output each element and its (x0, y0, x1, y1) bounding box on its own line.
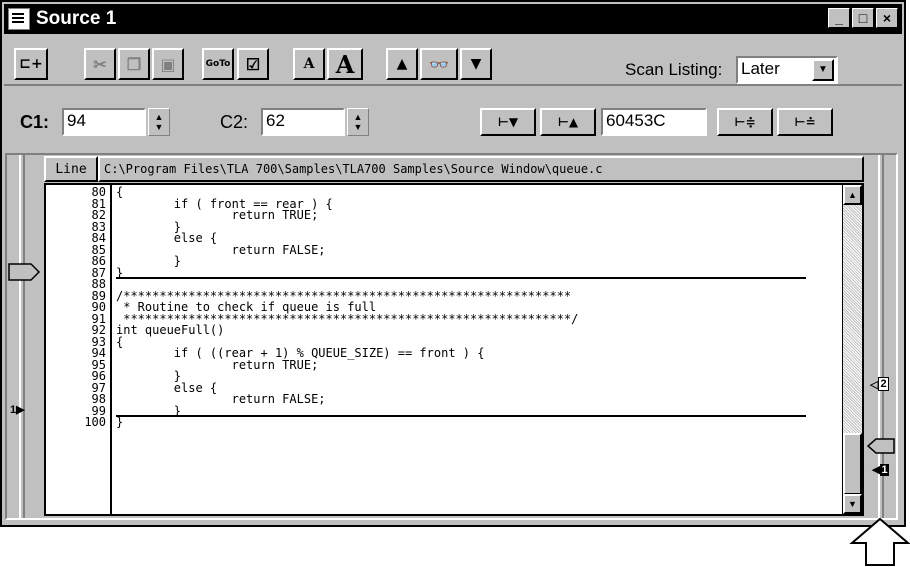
spin-up-icon[interactable]: ▲ (155, 112, 164, 122)
file-path: C:\Program Files\TLA 700\Samples\TLA700 … (98, 156, 864, 182)
c1-spinner[interactable]: ▲ ▼ (148, 108, 170, 136)
next-cursor-up-button[interactable]: ⊢▲ (540, 108, 596, 136)
code-line[interactable]: } (116, 416, 123, 429)
new-marker-button[interactable]: ⊏+ (14, 48, 48, 80)
address-up-button[interactable]: ⊢≐ (777, 108, 833, 136)
font-smaller-button[interactable]: A (293, 48, 325, 80)
c1-field[interactable]: 94 (62, 108, 146, 136)
close-button[interactable]: × (876, 8, 898, 28)
cursor-line-1 (116, 415, 806, 417)
scissors-icon: ✂ (93, 54, 107, 74)
jump-address-down-icon: ⊢≑ (734, 115, 756, 129)
cursor-marker-icon[interactable] (7, 262, 41, 282)
toolbar: ⊏+ ✂ ❐ ▣ GoTo ☑ A A ▲ 👓 ▼ Scan Listing: … (4, 36, 902, 86)
cursor-bar: C1: 94 ▲ ▼ C2: 62 ▲ ▼ ⊢▼ ⊢▲ 60453C ⊢≑ ⊢≐ (4, 88, 902, 150)
cursor-2-marker[interactable]: ◁ 2 (870, 377, 889, 391)
scroll-up-button[interactable]: ▲ (843, 185, 862, 205)
paste-icon: ▣ (160, 54, 176, 74)
spin-down-icon[interactable]: ▼ (354, 122, 363, 132)
large-a-icon: A (335, 49, 355, 79)
jump-address-up-icon: ⊢≐ (794, 115, 816, 129)
font-larger-button[interactable]: A (327, 48, 363, 80)
binoculars-icon: 👓 (429, 54, 449, 74)
scan-listing-value: Later (741, 59, 780, 78)
scroll-up-icon: ▲ (848, 190, 857, 200)
search-up-button[interactable]: ▲ (386, 48, 418, 80)
jump-up-icon: ⊢▲ (557, 115, 579, 129)
spin-up-icon[interactable]: ▲ (354, 112, 363, 122)
code-area[interactable]: { if ( front == rear ) { return TRUE; } … (116, 185, 826, 514)
maximize-button[interactable]: □ (852, 8, 874, 28)
c1-label: C1: (20, 112, 50, 132)
next-cursor-down-button[interactable]: ⊢▼ (480, 108, 536, 136)
small-a-icon: A (303, 56, 315, 72)
properties-button[interactable]: ☑ (237, 48, 269, 80)
cursor-1-marker[interactable]: 1 ▶ (10, 403, 25, 417)
jump-down-icon: ⊢▼ (497, 115, 519, 129)
chevron-down-icon[interactable]: ▼ (812, 59, 834, 81)
paste-button[interactable]: ▣ (152, 48, 184, 80)
copy-icon: ❐ (126, 54, 142, 74)
vertical-scrollbar[interactable]: ▲ ▼ (842, 185, 862, 514)
window-icon[interactable] (8, 8, 30, 30)
minimize-button[interactable]: _ (828, 8, 850, 28)
spin-down-icon[interactable]: ▼ (155, 122, 164, 132)
code-line[interactable]: } (116, 255, 181, 268)
search-down-button[interactable]: ▼ (460, 48, 492, 80)
line-column-header[interactable]: Line (44, 156, 98, 182)
find-button[interactable]: 👓 (420, 48, 458, 80)
cursor-line-2 (116, 277, 806, 279)
scroll-down-button[interactable]: ▼ (843, 494, 862, 514)
triangle-right-icon: ▶ (16, 404, 25, 416)
cut-button[interactable]: ✂ (84, 48, 116, 80)
c2-spinner[interactable]: ▲ ▼ (347, 108, 369, 136)
pointer-arrow-icon (849, 517, 910, 566)
cursor-1-overview-marker[interactable]: ◀ 1 (872, 463, 889, 476)
right-cursor-rail[interactable]: ◁ 2 ◀ 1 (866, 155, 896, 518)
scan-listing-select[interactable]: Later ▼ (736, 56, 838, 84)
c2-label: C2: (220, 112, 249, 132)
window-title: Source 1 (36, 8, 117, 29)
source-listing[interactable]: 80 81 82 83 84 85 86 87 88 89 90 91 92 93 94 95 96 97 98 99… (44, 183, 864, 516)
title-bar[interactable]: Source 1 _ □ × (4, 4, 902, 34)
copy-button[interactable]: ❐ (118, 48, 150, 80)
address-field[interactable]: 60453C (601, 108, 707, 136)
overview-marker-icon[interactable] (866, 437, 896, 455)
line-number: 100 (84, 415, 106, 429)
left-cursor-rail[interactable]: 1 ▶ (7, 155, 41, 518)
scroll-thumb[interactable] (843, 433, 862, 495)
scan-listing-label: Scan Listing: (625, 60, 723, 79)
goto-icon: GoTo (205, 59, 231, 69)
goto-button[interactable]: GoTo (202, 48, 234, 80)
c2-field[interactable]: 62 (261, 108, 345, 136)
new-marker-icon: ⊏+ (19, 56, 43, 72)
source-header: Line C:\Program Files\TLA 700\Samples\TL… (44, 156, 864, 182)
code-line[interactable]: int queueFull() (116, 324, 224, 337)
arrow-down-icon: ▼ (470, 56, 482, 72)
triangle-left-icon: ◀ (872, 464, 881, 476)
triangle-left-icon: ◁ (870, 378, 879, 391)
address-down-button[interactable]: ⊢≑ (717, 108, 773, 136)
properties-icon: ☑ (245, 54, 261, 74)
line-number-gutter: 80 81 82 83 84 85 86 87 88 89 90 91 92 93 94 95 96 97 98 99… (46, 185, 112, 514)
arrow-up-icon: ▲ (396, 56, 408, 72)
scroll-down-icon: ▼ (848, 499, 857, 509)
